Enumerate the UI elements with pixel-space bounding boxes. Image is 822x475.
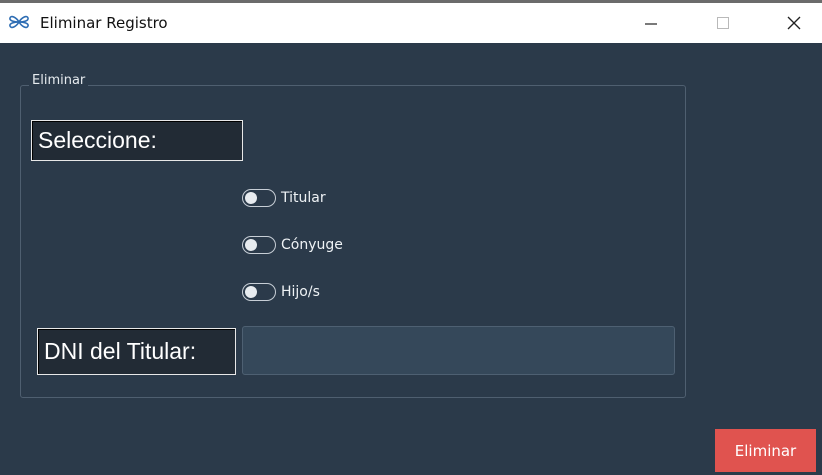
minimize-icon xyxy=(645,23,657,25)
toggle-conyuge[interactable]: Cónyuge xyxy=(242,233,343,257)
delete-record-window: Eliminar Registro Eliminar Seleccione: T… xyxy=(0,0,822,475)
select-label: Seleccione: xyxy=(31,120,243,161)
toggle-knob xyxy=(245,239,257,251)
toggle-switch[interactable] xyxy=(242,283,276,301)
toggle-switch[interactable] xyxy=(242,189,276,207)
maximize-button[interactable] xyxy=(695,3,751,43)
title-bar: Eliminar Registro xyxy=(0,3,822,43)
toggle-hijos[interactable]: Hijo/s xyxy=(242,280,320,304)
close-button[interactable] xyxy=(766,3,822,43)
toggle-label: Hijo/s xyxy=(281,284,320,300)
toggle-knob xyxy=(245,286,257,298)
delete-button[interactable]: Eliminar xyxy=(715,429,816,472)
minimize-button[interactable] xyxy=(623,3,679,43)
app-logo-icon xyxy=(9,15,29,29)
toggle-knob xyxy=(245,192,257,204)
toggle-switch[interactable] xyxy=(242,236,276,254)
dni-label: DNI del Titular: xyxy=(37,328,236,375)
window-title: Eliminar Registro xyxy=(40,14,168,32)
close-icon xyxy=(787,16,801,30)
toggle-label: Titular xyxy=(281,190,326,206)
groupbox-title: Eliminar xyxy=(29,73,89,88)
toggle-label: Cónyuge xyxy=(281,237,343,253)
dni-input[interactable] xyxy=(242,326,675,375)
maximize-icon xyxy=(717,17,729,29)
toggle-titular[interactable]: Titular xyxy=(242,186,326,210)
